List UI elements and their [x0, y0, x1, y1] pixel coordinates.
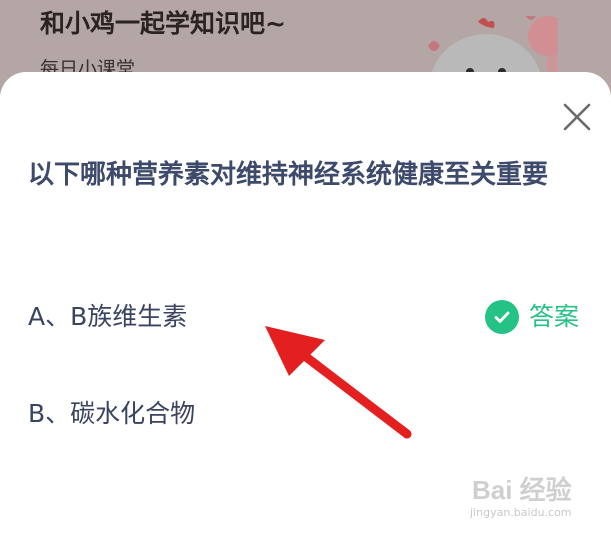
watermark-url: jingyan.baidu.com: [470, 506, 572, 519]
banner-title: 和小鸡一起学知识吧~: [40, 9, 286, 38]
watermark-logo: Bai 经验: [472, 475, 572, 505]
answer-label: 答案: [529, 302, 580, 331]
close-icon[interactable]: [560, 100, 594, 134]
answer-badge: 答案: [485, 298, 579, 336]
check-circle-icon: [485, 300, 519, 334]
watermark: Bai 经验 jingyan.baidu.com: [464, 470, 584, 526]
question-text: 以下哪种营养素对维持神经系统健康至关重要: [28, 160, 549, 190]
red-arrow-icon: [265, 326, 412, 439]
